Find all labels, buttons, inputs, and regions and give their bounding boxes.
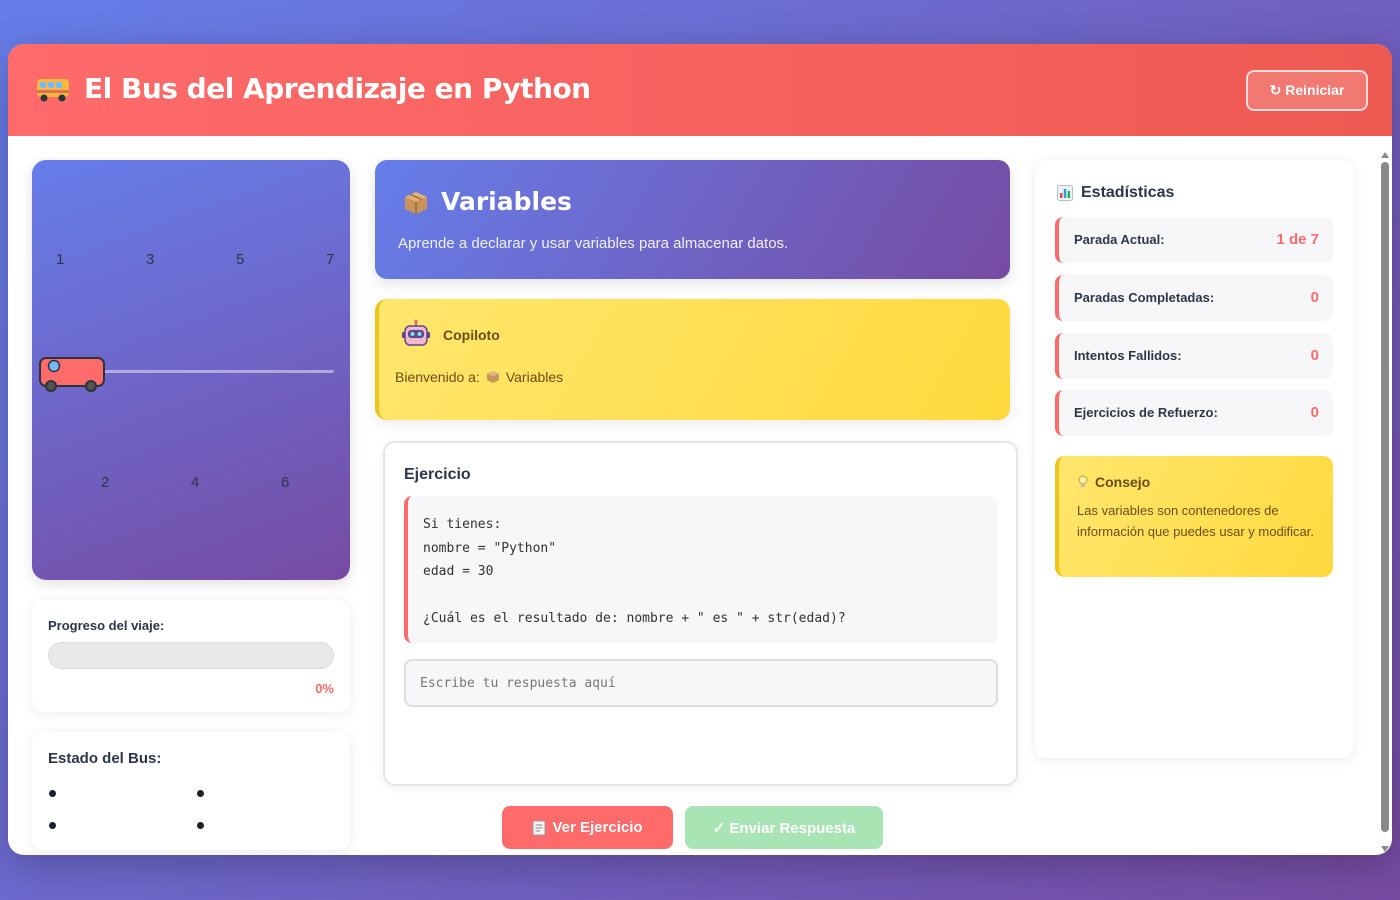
scrollbar-thumb[interactable] [1381,162,1389,832]
route-stop-4[interactable]: 4 [191,474,199,491]
stat-value: 0 [1310,347,1319,364]
tip-body: Las variables son contenedores de inform… [1077,503,1315,539]
topic-banner: Variables Aprende a declarar y usar vari… [375,160,1010,279]
stat-failed-attempts: Intentos Fallidos: 0 [1055,333,1333,379]
progress-card: Progreso del viaje: 0% [32,600,350,712]
topic-title: Variables [441,187,572,216]
lightbulb-icon [1078,475,1088,487]
package-icon [486,371,499,383]
progress-label: Progreso del viaje: [48,618,165,633]
bus-marker-icon [39,357,105,392]
app-title: El Bus del Aprendizaje en Python [84,72,591,105]
exercise-code: Si tienes: nombre = "Python" edad = 30 ¿… [404,496,998,643]
vertical-scrollbar[interactable] [1380,152,1390,852]
view-exercise-label: Ver Ejercicio [552,819,643,836]
status-bullet [49,822,56,829]
status-bullet [49,790,56,797]
reset-button[interactable]: ↻ Reiniciar [1246,70,1368,111]
bus-status-card: Estado del Bus: [32,732,350,850]
copilot-message: Bienvenido a: Variables [395,369,563,385]
bus-route-map: 1 3 5 7 2 4 6 [32,160,350,580]
tip-box: Consejo Las variables son contenedores d… [1055,456,1333,577]
statistics-title: Estadísticas [1081,184,1175,201]
status-bullet [197,790,204,797]
stat-label: Paradas Completadas: [1074,290,1215,305]
route-stop-3[interactable]: 3 [146,251,154,268]
stat-label: Intentos Fallidos: [1074,348,1182,363]
copilot-panel: Copiloto Bienvenido a: Variables [375,299,1010,420]
stat-label: Ejercicios de Refuerzo: [1074,405,1218,420]
answer-input[interactable] [404,659,998,707]
scroll-down-arrow-icon[interactable] [1381,846,1389,852]
app-window: El Bus del Aprendizaje en Python ↻ Reini… [8,44,1392,855]
package-icon [405,192,427,214]
bar-chart-icon [1057,185,1073,201]
copilot-welcome-prefix: Bienvenido a: [395,369,480,385]
stat-label: Parada Actual: [1074,232,1165,247]
stat-value: 1 de 7 [1276,231,1319,248]
progress-percent: 0% [315,681,334,696]
stat-completed-stops: Paradas Completadas: 0 [1055,275,1333,321]
progress-bar [48,642,334,669]
stat-reinforcement-exercises: Ejercicios de Refuerzo: 0 [1055,390,1333,436]
topic-description: Aprende a declarar y usar variables para… [398,235,789,252]
route-line [102,370,334,373]
exercise-title: Ejercicio [404,466,471,483]
route-stop-5[interactable]: 5 [236,251,244,268]
stat-value: 0 [1310,289,1319,306]
copilot-welcome-topic: Variables [505,369,564,385]
view-exercise-button[interactable]: Ver Ejercicio [502,806,673,849]
document-icon [532,820,546,835]
route-stop-7[interactable]: 7 [326,251,334,268]
status-bullet [197,822,204,829]
tip-header: Consejo [1077,474,1150,490]
bus-status-label: Estado del Bus: [48,750,162,767]
app-header: El Bus del Aprendizaje en Python ↻ Reini… [8,44,1392,136]
statistics-header: Estadísticas [1057,184,1174,202]
stat-value: 0 [1310,404,1319,421]
copilot-name: Copiloto [443,327,500,343]
robot-icon [402,319,430,346]
tip-title: Consejo [1095,474,1151,490]
route-stop-2[interactable]: 2 [101,474,109,491]
bus-icon [37,79,69,102]
route-stop-6[interactable]: 6 [281,474,289,491]
submit-answer-button[interactable]: ✓ Enviar Respuesta [685,806,883,849]
route-stop-1[interactable]: 1 [56,251,64,268]
scroll-up-arrow-icon[interactable] [1381,152,1389,158]
exercise-card: Ejercicio Si tienes: nombre = "Python" e… [383,441,1018,786]
statistics-panel: Estadísticas Parada Actual: 1 de 7 Parad… [1035,160,1353,758]
stat-current-stop: Parada Actual: 1 de 7 [1055,217,1333,263]
